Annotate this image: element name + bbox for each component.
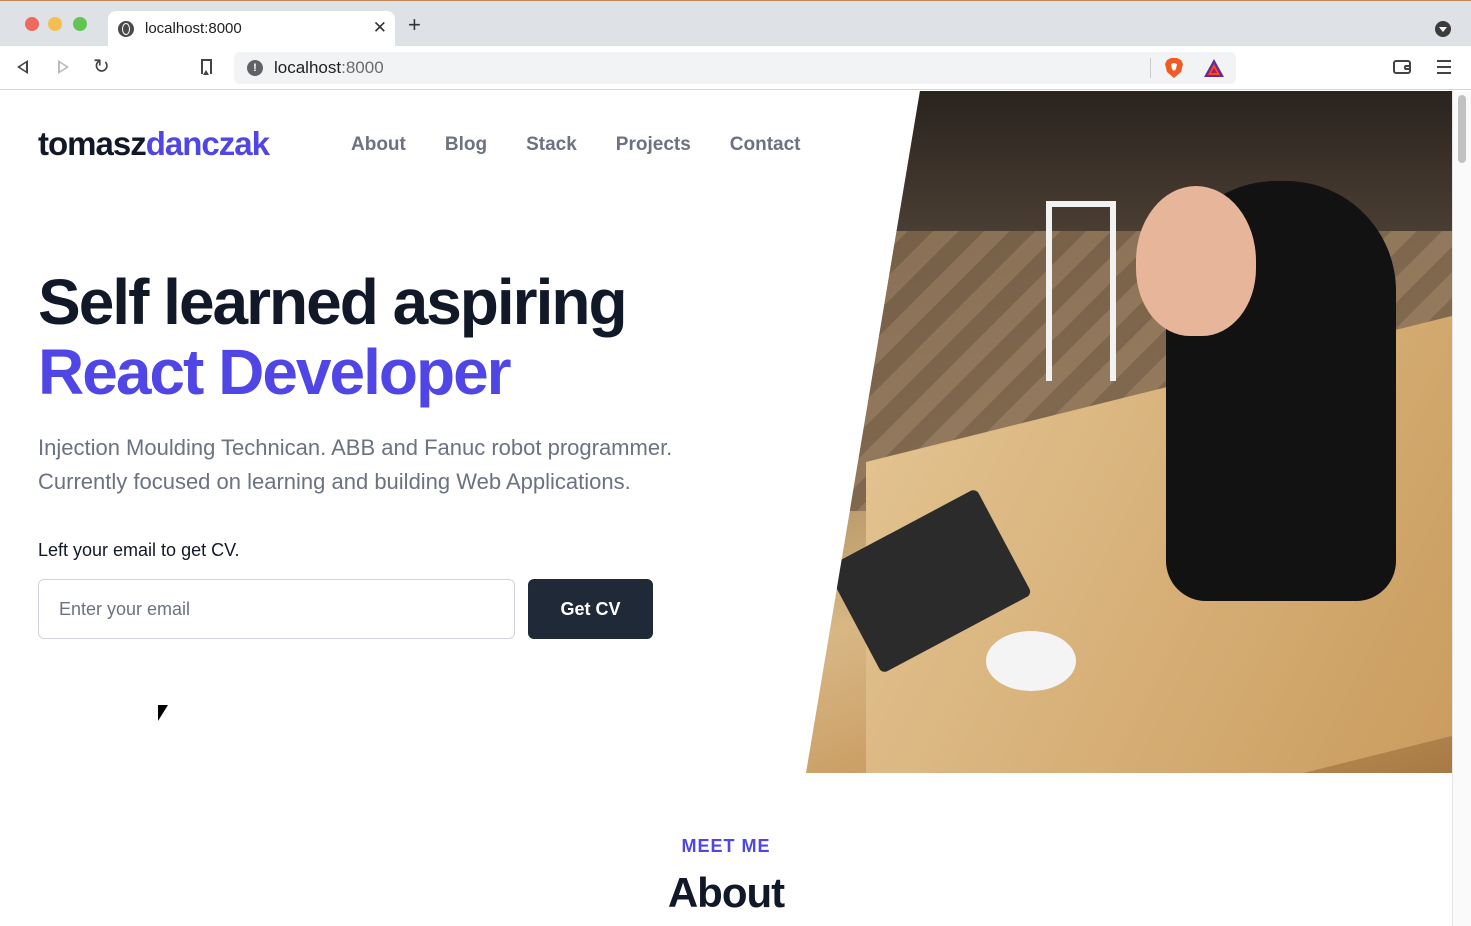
tab-title: localhost:8000 [145,20,242,37]
info-icon[interactable]: ! [247,60,263,76]
tab-close-button[interactable]: ✕ [373,18,387,38]
forward-icon[interactable] [58,60,69,74]
url-text[interactable]: localhost:8000 [274,58,384,78]
hero-headline: Self learned aspiring React Developer [38,267,798,407]
globe-icon [118,21,134,37]
url-host: localhost [274,58,342,77]
nav-projects[interactable]: Projects [616,134,691,156]
back-icon[interactable] [17,60,28,74]
browser-tab-strip: localhost:8000 ✕ + [0,0,1471,47]
headline-line2: React Developer [38,336,512,408]
url-divider [1150,58,1151,78]
hero-photo [806,91,1452,773]
page-viewport: tomaszdanczak About Blog Stack Projects … [0,91,1452,926]
hero-lead: Injection Moulding Technican. ABB and Fa… [38,431,738,499]
address-bar[interactable]: ! localhost:8000 [234,52,1236,84]
nav-stack[interactable]: Stack [526,134,577,156]
reload-icon[interactable]: ↻ [93,56,110,78]
email-input[interactable] [38,579,515,639]
nav-blog[interactable]: Blog [445,134,487,156]
new-tab-button[interactable]: + [408,14,421,36]
headline-line1: Self learned aspiring [38,266,628,338]
mouse-cursor [158,705,168,721]
email-label: Left your email to get CV. [38,540,240,560]
browser-tab[interactable]: localhost:8000 ✕ [108,11,395,47]
logo-second: danczak [145,125,270,162]
url-port: :8000 [341,58,384,77]
bookmark-icon[interactable] [201,59,212,75]
section-eyebrow: MEET ME [681,836,771,856]
brave-shield-icon[interactable] [1164,57,1184,79]
get-cv-button[interactable]: Get CV [528,579,653,639]
main-nav: About Blog Stack Projects Contact [351,134,801,156]
tab-search-icon[interactable] [1435,21,1451,37]
nav-contact[interactable]: Contact [730,134,801,156]
logo-first: tomasz [38,125,147,162]
wallet-icon[interactable] [1393,60,1411,74]
nav-about[interactable]: About [351,134,406,156]
photo-chair [1046,201,1116,381]
section-title: About [667,869,785,916]
close-window-button[interactable] [25,17,39,31]
browser-toolbar: ↻ ! localhost:8000 [0,46,1471,90]
lead-line1: Injection Moulding Technican. ABB and Fa… [38,435,673,460]
photo-head [1136,186,1256,336]
photo-cup [986,631,1076,691]
menu-icon[interactable] [1437,60,1451,78]
site-logo[interactable]: tomaszdanczak [38,125,270,163]
lead-line2: Currently focused on learning and buildi… [38,469,631,494]
scrollbar[interactable] [1452,91,1471,926]
bat-rewards-icon[interactable] [1203,58,1225,78]
minimize-window-button[interactable] [48,17,62,31]
maximize-window-button[interactable] [73,17,87,31]
scrollbar-thumb[interactable] [1458,95,1466,163]
